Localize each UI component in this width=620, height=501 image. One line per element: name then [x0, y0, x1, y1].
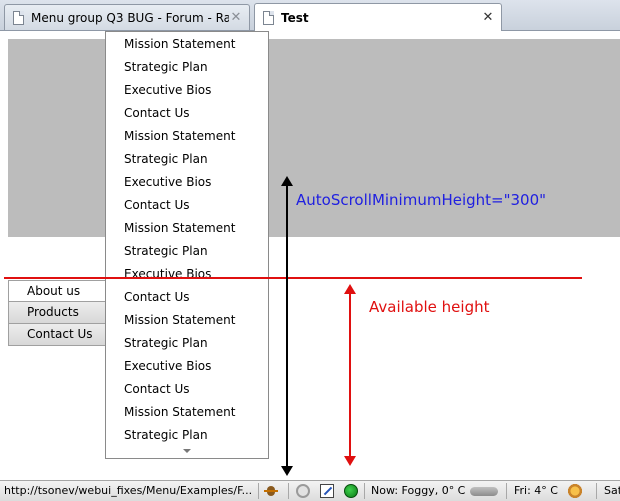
- tab-test[interactable]: Test ✕: [254, 3, 502, 31]
- submenu-dropdown: Mission Statement Strategic Plan Executi…: [105, 31, 269, 459]
- submenu-item[interactable]: Contact Us: [106, 194, 268, 217]
- weather-forecast-fri[interactable]: Fri: 4° C: [514, 484, 558, 497]
- weather-now[interactable]: Now: Foggy, 0° C: [371, 484, 465, 497]
- submenu-item[interactable]: Strategic Plan: [106, 56, 268, 79]
- arrow-up-icon: [344, 284, 356, 294]
- edit-icon[interactable]: [320, 484, 334, 498]
- document-icon: [263, 10, 274, 25]
- submenu-item[interactable]: Contact Us: [106, 286, 268, 309]
- menu-item-products[interactable]: Products: [8, 302, 106, 324]
- min-height-arrow: [286, 185, 288, 467]
- submenu-item[interactable]: Mission Statement: [106, 309, 268, 332]
- tab-strip: Menu group Q3 BUG - Forum - Rad... ✕ Tes…: [0, 0, 620, 31]
- tab-title: Menu group Q3 BUG - Forum - Rad...: [31, 10, 229, 25]
- status-divider: [258, 483, 259, 499]
- timer-icon[interactable]: [296, 484, 310, 498]
- menu-item-contact-us[interactable]: Contact Us: [8, 324, 106, 346]
- submenu-item[interactable]: Strategic Plan: [106, 332, 268, 355]
- submenu-list: Mission Statement Strategic Plan Executi…: [106, 32, 268, 447]
- status-bar: http://tsonev/webui_fixes/Menu/Examples/…: [0, 480, 620, 501]
- status-green-icon[interactable]: [344, 484, 358, 498]
- min-height-annotation: AutoScrollMinimumHeight="300": [296, 191, 547, 209]
- sun-icon: [566, 482, 584, 500]
- close-icon[interactable]: ✕: [229, 10, 243, 25]
- available-height-line: [4, 277, 582, 279]
- submenu-item[interactable]: Executive Bios: [106, 79, 268, 102]
- submenu-item[interactable]: Contact Us: [106, 378, 268, 401]
- submenu-item[interactable]: Executive Bios: [106, 263, 268, 286]
- document-icon: [13, 10, 24, 25]
- chevron-down-icon: [183, 449, 191, 453]
- status-url: http://tsonev/webui_fixes/Menu/Examples/…: [4, 484, 253, 497]
- submenu-item[interactable]: Executive Bios: [106, 355, 268, 378]
- submenu-item[interactable]: Contact Us: [106, 102, 268, 125]
- arrow-down-icon: [281, 466, 293, 476]
- arrow-down-icon: [344, 456, 356, 466]
- submenu-item[interactable]: Mission Statement: [106, 33, 268, 56]
- weather-forecast-sat[interactable]: Sat: [604, 484, 620, 497]
- status-divider: [596, 483, 597, 499]
- scroll-down-arrow[interactable]: [106, 444, 268, 458]
- status-divider: [506, 483, 507, 499]
- submenu-item[interactable]: Executive Bios: [106, 171, 268, 194]
- menu-item-about-us[interactable]: About us: [8, 280, 106, 302]
- submenu-item[interactable]: Strategic Plan: [106, 148, 268, 171]
- fog-icon: [470, 487, 498, 496]
- main-menu: About us Products Contact Us: [8, 280, 106, 346]
- status-divider: [364, 483, 365, 499]
- submenu-item[interactable]: Mission Statement: [106, 125, 268, 148]
- tab-forum[interactable]: Menu group Q3 BUG - Forum - Rad... ✕: [4, 4, 250, 30]
- page-content: About us Products Contact Us Mission Sta…: [0, 31, 620, 480]
- tab-title: Test: [281, 10, 309, 25]
- submenu-item[interactable]: Mission Statement: [106, 401, 268, 424]
- close-icon[interactable]: ✕: [481, 10, 495, 25]
- available-height-arrow: [349, 294, 351, 457]
- submenu-item[interactable]: Mission Statement: [106, 217, 268, 240]
- available-height-annotation: Available height: [369, 298, 490, 316]
- status-divider: [288, 483, 289, 499]
- submenu-item[interactable]: Strategic Plan: [106, 240, 268, 263]
- firebug-icon[interactable]: [264, 484, 278, 498]
